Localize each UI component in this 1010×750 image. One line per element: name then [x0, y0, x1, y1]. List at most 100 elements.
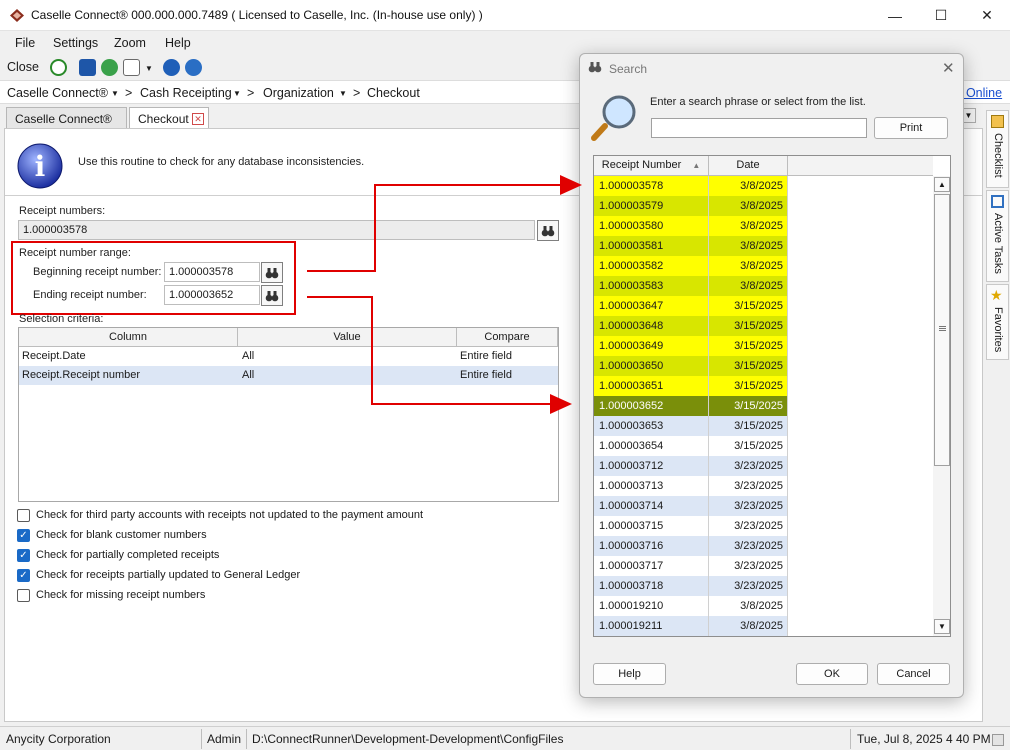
scroll-up-icon[interactable]: ▲ [934, 177, 950, 192]
list-item[interactable]: 1.000003580 3/8/2025 [594, 216, 788, 236]
cell-date: 3/15/2025 [709, 416, 788, 436]
chevron-down-icon[interactable]: ▼ [233, 89, 241, 98]
list-item[interactable]: 1.000003649 3/15/2025 [594, 336, 788, 356]
column-header-compare[interactable]: Compare [457, 328, 558, 347]
list-item[interactable]: 1.000019211 3/8/2025 [594, 616, 788, 636]
annotation-arrowhead [560, 175, 582, 195]
ok-button[interactable]: OK [796, 663, 868, 685]
list-item[interactable]: 1.000003712 3/23/2025 [594, 456, 788, 476]
binoculars-icon[interactable] [537, 220, 559, 241]
column-header-value[interactable]: Value [238, 328, 457, 347]
side-tab-label: Active Tasks [992, 213, 1004, 274]
maximize-button[interactable]: ☐ [918, 0, 964, 31]
menu-zoom[interactable]: Zoom [114, 36, 146, 50]
menu-file[interactable]: File [15, 36, 35, 50]
context-help-icon[interactable] [185, 59, 202, 76]
list-item[interactable]: 1.000003648 3/15/2025 [594, 316, 788, 336]
online-link[interactable]: t Online [959, 86, 1002, 100]
go-icon[interactable] [50, 59, 67, 76]
check-partially-completed[interactable]: ✓ Check for partially completed receipts [17, 547, 219, 563]
table-row[interactable]: Receipt.Date All Entire field [19, 347, 558, 366]
tab-favorites[interactable]: ★ Favorites [986, 284, 1009, 360]
cell-value: All [242, 350, 255, 362]
vertical-scrollbar[interactable]: ▲ ▼ [933, 176, 950, 636]
list-item[interactable]: 1.000003716 3/23/2025 [594, 536, 788, 556]
minimize-button[interactable]: — [872, 0, 918, 31]
checkbox[interactable]: ✓ [17, 548, 30, 562]
table-row[interactable]: Receipt.Receipt number All Entire field [19, 366, 558, 385]
list-item[interactable]: 1.000003650 3/15/2025 [594, 356, 788, 376]
menu-help[interactable]: Help [165, 36, 191, 50]
list-item[interactable]: 1.000003651 3/15/2025 [594, 376, 788, 396]
column-header-column[interactable]: Column [19, 328, 238, 347]
checkbox[interactable] [17, 588, 30, 602]
menu-settings[interactable]: Settings [53, 36, 98, 50]
list-item[interactable]: 1.000003713 3/23/2025 [594, 476, 788, 496]
list-item[interactable]: 1.000003715 3/23/2025 [594, 516, 788, 536]
help-icon[interactable] [163, 59, 180, 76]
receipt-numbers-field[interactable]: 1.000003578 [18, 220, 535, 240]
toolbar-close-button[interactable]: Close [7, 60, 39, 74]
cancel-button[interactable]: Cancel [877, 663, 950, 685]
close-window-button[interactable]: ✕ [964, 0, 1010, 31]
resize-grip-icon[interactable] [992, 734, 1004, 746]
list-item[interactable]: 1.000003718 3/23/2025 [594, 576, 788, 596]
refresh-icon[interactable] [101, 59, 118, 76]
column-header-receipt-number[interactable]: Receipt Number ▲ [594, 156, 709, 176]
chevron-down-icon[interactable]: ▼ [339, 89, 347, 98]
check-partially-updated-gl[interactable]: ✓ Check for receipts partially updated to… [17, 567, 300, 583]
annotation-box [11, 241, 296, 315]
column-header-empty [788, 156, 933, 176]
save-icon[interactable] [79, 59, 96, 76]
list-item[interactable]: 1.000003654 3/15/2025 [594, 436, 788, 456]
list-item[interactable]: 1.000003652 3/15/2025 [594, 396, 788, 416]
breadcrumb-item-caselle-connect[interactable]: Caselle Connect® [7, 86, 108, 100]
cell-receipt-number: 1.000003650 [594, 356, 709, 376]
cell-receipt-number: 1.000003651 [594, 376, 709, 396]
cell-receipt-number: 1.000003716 [594, 536, 709, 556]
scroll-thumb[interactable] [934, 194, 950, 466]
breadcrumb-item-checkout: Checkout [367, 86, 420, 100]
checklist-icon[interactable] [123, 59, 140, 76]
close-dialog-button[interactable]: ✕ [942, 59, 955, 77]
cell-receipt-number: 1.000019211 [594, 616, 709, 636]
status-path: D:\ConnectRunner\Development-Development… [252, 732, 564, 746]
list-item[interactable]: 1.000003583 3/8/2025 [594, 276, 788, 296]
list-item[interactable]: 1.000003581 3/8/2025 [594, 236, 788, 256]
list-item[interactable]: 1.000019210 3/8/2025 [594, 596, 788, 616]
tab-checklist[interactable]: Checklist [986, 110, 1009, 188]
search-input[interactable] [651, 118, 867, 138]
close-tab-icon[interactable]: ✕ [192, 113, 204, 125]
list-item[interactable]: 1.000003717 3/23/2025 [594, 556, 788, 576]
help-button[interactable]: Help [593, 663, 666, 685]
list-item[interactable]: 1.000003714 3/23/2025 [594, 496, 788, 516]
tab-active-tasks[interactable]: Active Tasks [986, 190, 1009, 282]
checkbox[interactable]: ✓ [17, 568, 30, 582]
list-item[interactable]: 1.000003653 3/15/2025 [594, 416, 788, 436]
list-item[interactable]: 1.000003578 3/8/2025 [594, 176, 788, 196]
checkbox-label: Check for missing receipt numbers [36, 589, 206, 601]
search-results-grid[interactable]: Receipt Number ▲ Date 1.000003578 3/8/202… [593, 155, 951, 637]
chevron-down-icon[interactable]: ▼ [145, 64, 153, 73]
tab-caselle-connect[interactable]: Caselle Connect® [6, 107, 127, 129]
print-button[interactable]: Print [874, 117, 948, 139]
checkbox[interactable] [17, 508, 30, 522]
criteria-grid[interactable]: Column Value Compare Receipt.Date All En… [18, 327, 559, 502]
chevron-down-icon[interactable]: ▼ [111, 89, 119, 98]
check-third-party[interactable]: Check for third party accounts with rece… [17, 507, 423, 523]
tab-checkout[interactable]: Checkout ✕ [129, 107, 209, 129]
checkbox[interactable]: ✓ [17, 528, 30, 542]
list-item[interactable]: 1.000003579 3/8/2025 [594, 196, 788, 216]
breadcrumb-item-cash-receipting[interactable]: Cash Receipting [140, 86, 232, 100]
list-item[interactable]: 1.000003582 3/8/2025 [594, 256, 788, 276]
cell-receipt-number: 1.000003578 [594, 176, 709, 196]
column-header-date[interactable]: Date [709, 156, 788, 176]
check-blank-customer[interactable]: ✓ Check for blank customer numbers [17, 527, 207, 543]
scroll-down-icon[interactable]: ▼ [934, 619, 950, 634]
breadcrumb-item-organization[interactable]: Organization [263, 86, 334, 100]
list-item[interactable]: 1.000003647 3/15/2025 [594, 296, 788, 316]
divider [850, 729, 851, 749]
tab-label: Checkout [138, 112, 189, 126]
info-text: Use this routine to check for any databa… [78, 156, 365, 168]
check-missing-receipts[interactable]: Check for missing receipt numbers [17, 587, 205, 603]
